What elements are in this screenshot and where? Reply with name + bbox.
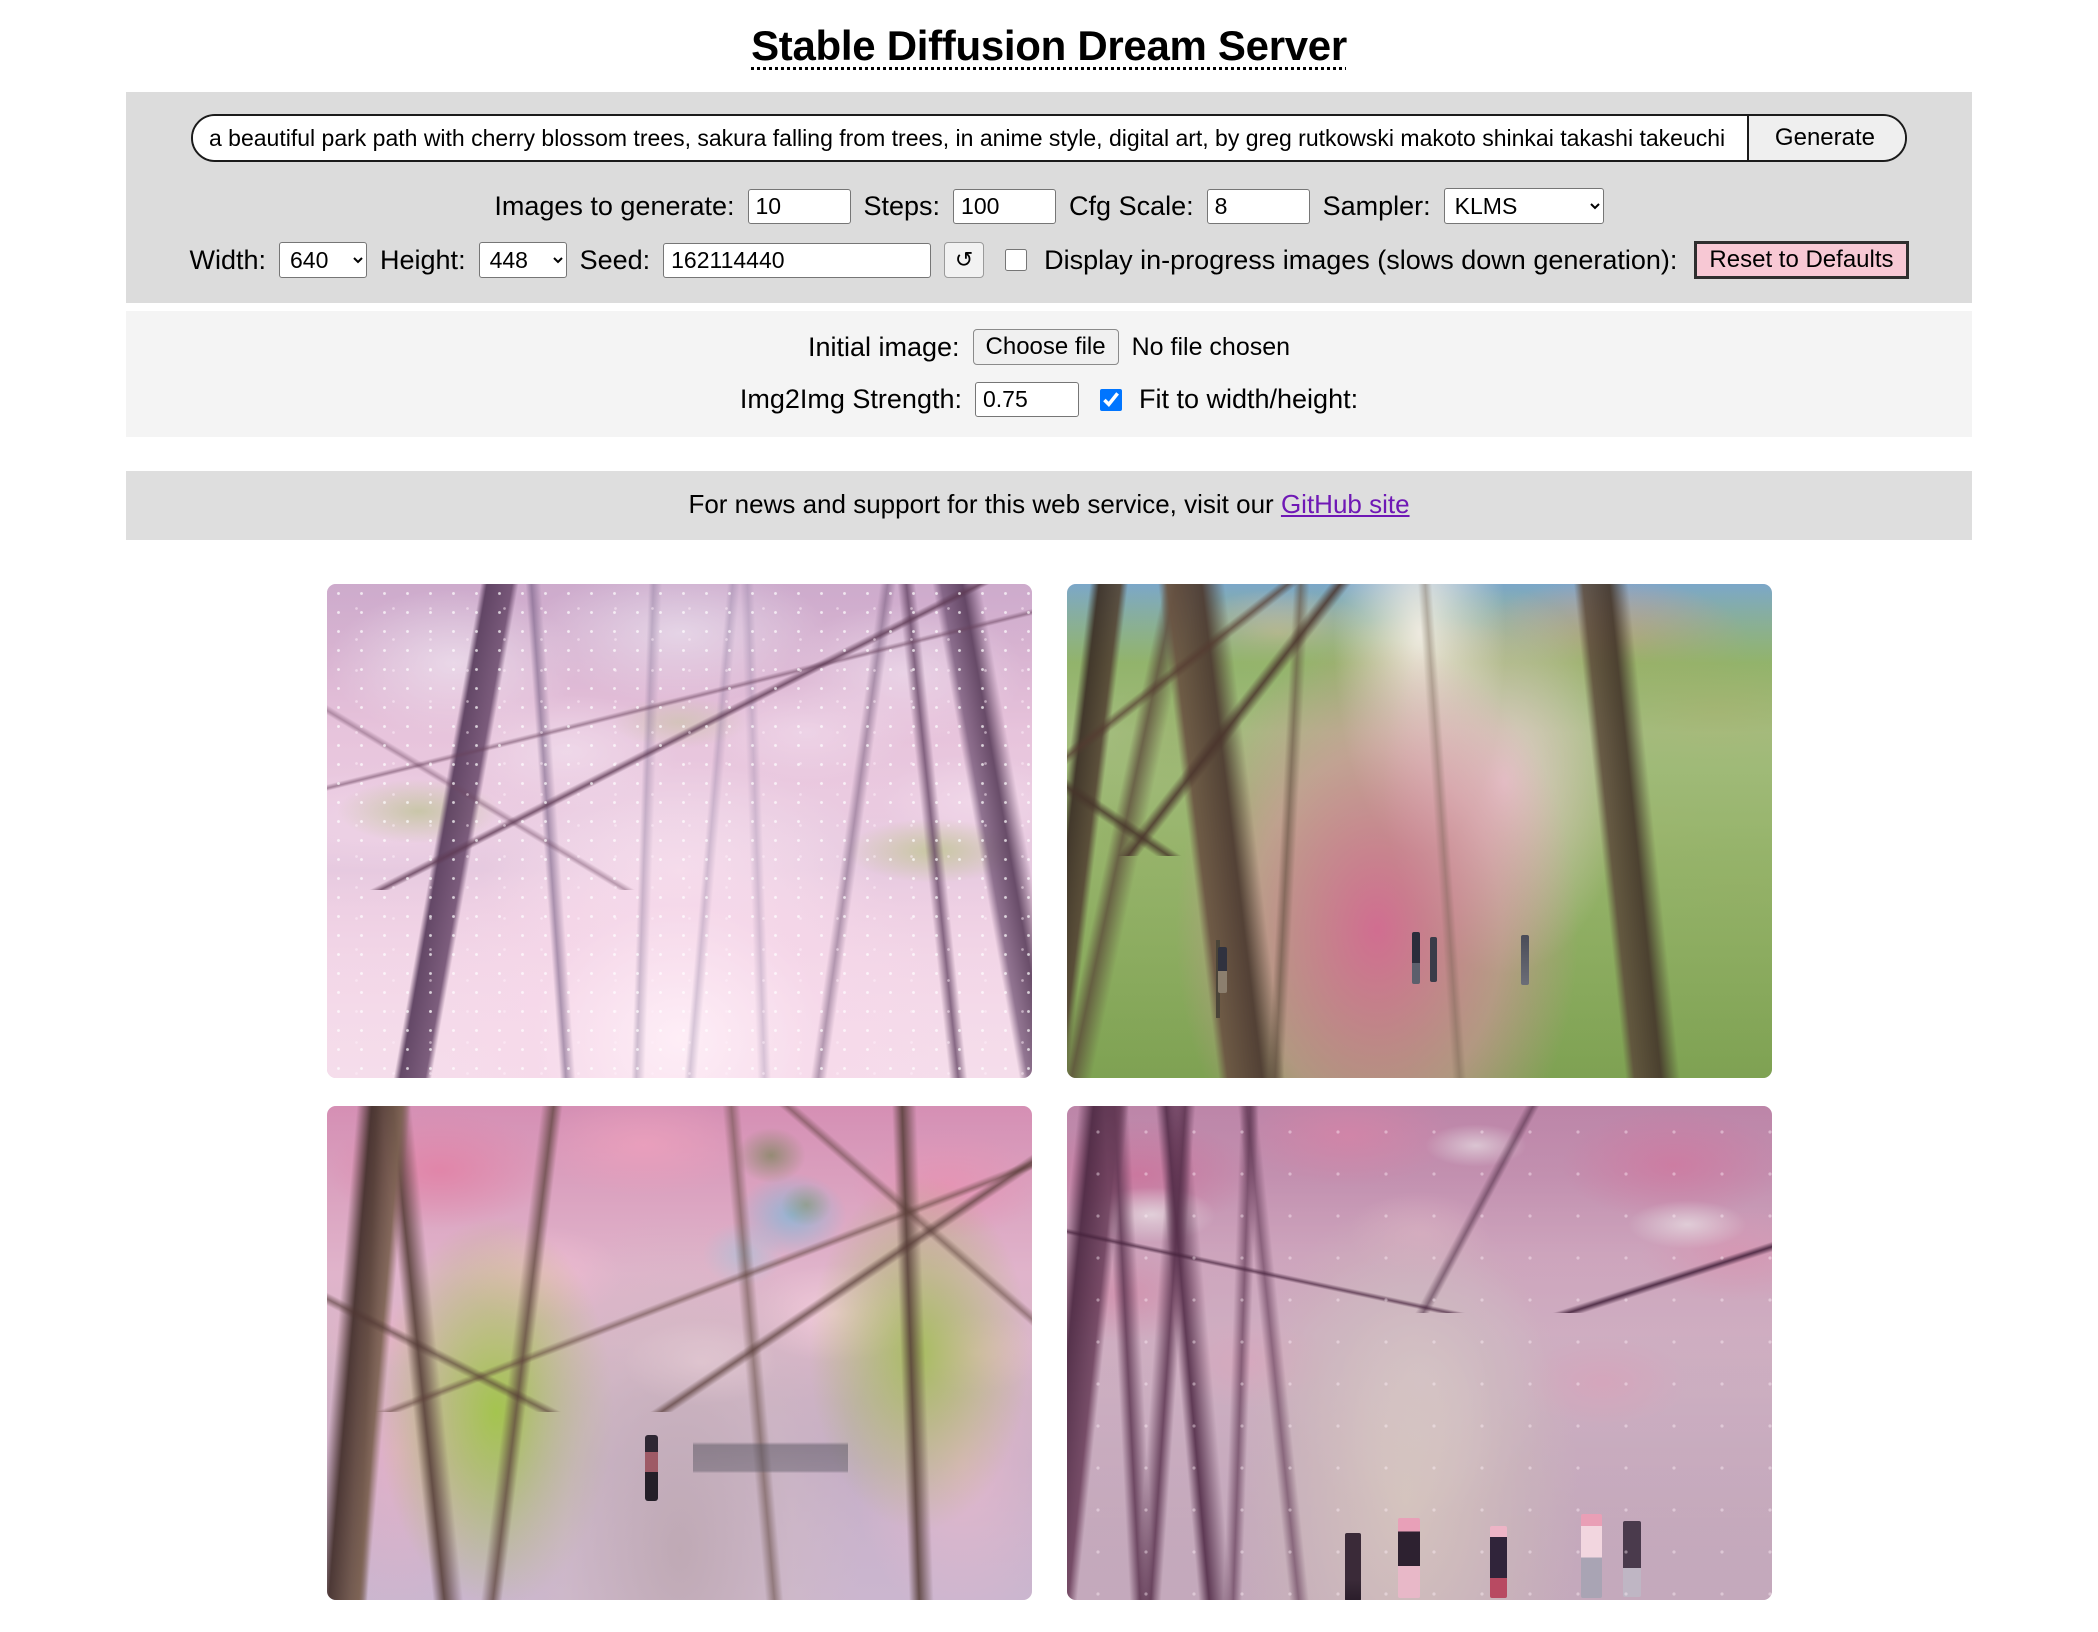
- generated-image-gallery: [0, 584, 2098, 1600]
- seed-label: Seed:: [580, 245, 651, 276]
- reseed-icon[interactable]: ↺: [944, 242, 984, 278]
- steps-label: Steps:: [864, 191, 941, 222]
- image2-person: [1521, 935, 1529, 985]
- generated-image-2[interactable]: [1067, 584, 1772, 1078]
- initial-image-label: Initial image:: [808, 332, 960, 363]
- prompt-row: Generate: [126, 114, 1972, 162]
- image2-person: [1218, 947, 1227, 993]
- generated-image-1[interactable]: [327, 584, 1032, 1078]
- image3-distant-crowd: [693, 1442, 848, 1482]
- prompt-input[interactable]: [193, 116, 1747, 160]
- news-banner: For news and support for this web servic…: [126, 471, 1972, 540]
- display-in-progress-label: Display in-progress images (slows down g…: [1044, 245, 1677, 276]
- news-text: For news and support for this web servic…: [688, 489, 1273, 519]
- img2img-strength-label: Img2Img Strength:: [740, 384, 962, 415]
- image3-branches: [327, 1106, 1032, 1412]
- img2img-panel: Initial image: Choose file No file chose…: [126, 311, 1972, 437]
- generate-button[interactable]: Generate: [1747, 116, 1905, 160]
- image2-branches: [1067, 584, 1772, 856]
- generation-settings-panel: Generate Images to generate: Steps: Cfg …: [126, 92, 1972, 303]
- images-to-generate-label: Images to generate:: [494, 191, 734, 222]
- img2img-strength-input[interactable]: [975, 382, 1079, 417]
- img2img-strength-row: Img2Img Strength: Fit to width/height:: [126, 382, 1972, 417]
- prompt-bar: Generate: [191, 114, 1907, 162]
- generated-image-3[interactable]: [327, 1106, 1032, 1600]
- cfg-scale-label: Cfg Scale:: [1069, 191, 1194, 222]
- reset-to-defaults-button[interactable]: Reset to Defaults: [1694, 241, 1908, 279]
- page-title: Stable Diffusion Dream Server: [0, 0, 2098, 76]
- image3-walking-person: [645, 1435, 658, 1501]
- sampler-label: Sampler:: [1323, 191, 1431, 222]
- height-select[interactable]: 448: [479, 242, 567, 278]
- height-label: Height:: [380, 245, 466, 276]
- image2-person: [1430, 937, 1437, 982]
- generated-image-4[interactable]: [1067, 1106, 1772, 1600]
- fit-to-size-label: Fit to width/height:: [1139, 384, 1358, 415]
- gallery-row: [327, 1106, 1772, 1600]
- steps-input[interactable]: [953, 189, 1056, 224]
- sampler-select[interactable]: KLMS: [1444, 188, 1604, 224]
- cfg-scale-input[interactable]: [1207, 189, 1310, 224]
- github-site-link[interactable]: GitHub site: [1281, 489, 1410, 519]
- file-status-text: No file chosen: [1132, 333, 1290, 362]
- width-select[interactable]: 640: [279, 242, 367, 278]
- params-row-primary: Images to generate: Steps: Cfg Scale: Sa…: [126, 188, 1972, 224]
- image2-person: [1412, 932, 1420, 984]
- images-to-generate-input[interactable]: [748, 189, 851, 224]
- width-label: Width:: [189, 245, 266, 276]
- display-in-progress-checkbox[interactable]: [1005, 249, 1027, 271]
- fit-to-size-checkbox[interactable]: [1100, 389, 1122, 411]
- gallery-row: [327, 584, 1772, 1078]
- initial-image-row: Initial image: Choose file No file chose…: [126, 329, 1972, 365]
- image4-falling-petals: [1067, 1106, 1772, 1600]
- choose-file-button[interactable]: Choose file: [973, 329, 1119, 365]
- image1-petals: [327, 584, 1032, 1078]
- seed-input[interactable]: [663, 243, 931, 278]
- params-row-secondary: Width: 640 Height: 448 Seed: ↺ Display i…: [126, 241, 1972, 279]
